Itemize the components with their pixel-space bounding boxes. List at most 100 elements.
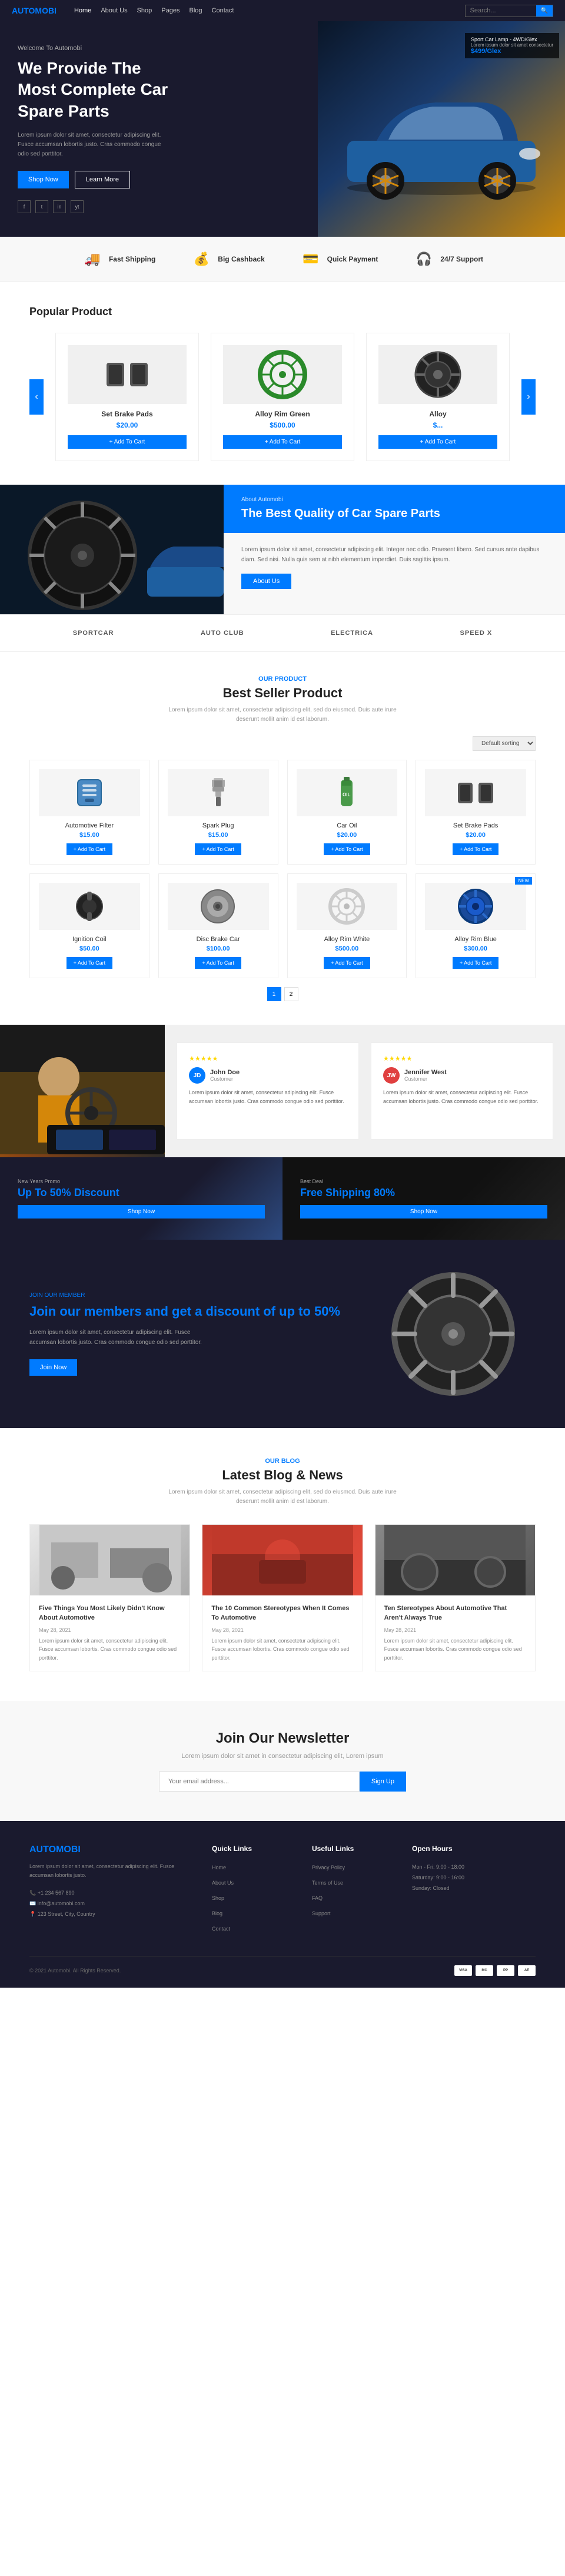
footer-about-text: Lorem ipsum dolor sit amet, consectetur … [29,1862,194,1880]
subscribe-button[interactable]: Sign Up [360,1772,406,1792]
footer-link-contact[interactable]: Contact [212,1926,230,1932]
hero-description: Lorem ipsum dolor sit amet, consectetur … [18,131,171,159]
hero-section: Welcome To Automobi We Provide The Most … [0,21,565,237]
add-cart-brakepads[interactable]: + Add To Cart [453,843,499,855]
footer-hours: Open Hours Mon - Fri: 9:00 - 18:00 Satur… [412,1845,536,1938]
blog-meta-2: May 28, 2021 [211,1627,353,1633]
about-body: Lorem ipsum dolor sit amet, consectetur … [224,533,565,601]
about-btn[interactable]: About Us [241,574,291,589]
product-card-rim-blue: NEW Alloy Rim Blue $300.00 + Add To Cart [416,873,536,978]
carousel-next[interactable]: › [521,379,536,415]
product-name-1: Set Brake Pads [68,410,187,418]
popular-product-3: Alloy $... + Add To Cart [366,333,510,461]
add-cart-coil[interactable]: + Add To Cart [67,957,113,969]
carousel-prev[interactable]: ‹ [29,379,44,415]
product-price-sparkplug: $15.00 [168,832,269,839]
product-price-coil: $50.00 [39,945,140,952]
facebook-icon[interactable]: f [18,200,31,213]
alloy-dark-svg [411,348,464,401]
sort-select[interactable]: Default sorting [473,736,536,751]
search-button[interactable]: 🔍 [536,5,553,16]
product-name-brakepads: Set Brake Pads [425,822,526,829]
add-to-cart-3[interactable]: + Add To Cart [378,435,497,449]
blog-image-2 [202,1525,362,1595]
nav-contact[interactable]: Contact [212,7,234,14]
footer-link-shop[interactable]: Shop [212,1895,224,1901]
logo[interactable]: AUTOMOBI [12,6,56,15]
filter-image [39,769,140,816]
testimonials-section: ★★★★★ JD John Doe Customer Lorem ipsum d… [0,1025,565,1157]
promo-btn-2[interactable]: Shop Now [300,1205,547,1219]
add-cart-rim-white[interactable]: + Add To Cart [324,957,370,969]
twitter-icon[interactable]: t [35,200,48,213]
newsletter-form: Sign Up [159,1772,406,1792]
nav-shop[interactable]: Shop [137,7,152,14]
add-to-cart-2[interactable]: + Add To Cart [223,435,342,449]
nav-pages[interactable]: Pages [161,7,180,14]
add-cart-oil[interactable]: + Add To Cart [324,843,370,855]
badge-name: Sport Car Lamp - 4WD/Glex [471,37,553,42]
reviewer-info-2: Jennifer West Customer [404,1069,447,1082]
page-2[interactable]: 2 [284,987,298,1001]
product-name-3: Alloy [378,410,497,418]
footer-quick-title: Quick Links [212,1845,294,1853]
blog-title-2: The 10 Common Stereotypes When It Comes … [211,1604,353,1623]
reviewer-2: JW Jennifer West Customer [383,1067,541,1084]
add-cart-rim-blue[interactable]: + Add To Cart [453,957,499,969]
sparkplug-image [168,769,269,816]
add-cart-sparkplug[interactable]: + Add To Cart [195,843,241,855]
footer-address: 📍 123 Street, City, Country [29,1909,194,1919]
footer-link-blog[interactable]: Blog [212,1911,222,1916]
reviewer-1: JD John Doe Customer [189,1067,347,1084]
product-name-filter: Automotive Filter [39,822,140,829]
footer-phone: 📞 +1 234 567 890 [29,1888,194,1898]
blog-title-3: Ten Stereotypes About Automotive That Ar… [384,1604,526,1623]
product-name-disc: Disc Brake Car [168,936,269,943]
support-icon [413,249,434,270]
promo-banner-2: Best Deal Free Shipping 80% Shop Now [282,1157,565,1240]
best-seller-desc: Lorem ipsum dolor sit amet, consectetur … [165,706,400,724]
truck-icon [82,249,103,270]
add-cart-disc[interactable]: + Add To Cart [195,957,241,969]
nav-about[interactable]: About Us [101,7,127,14]
page-1[interactable]: 1 [267,987,281,1001]
payment-label: Quick Payment [327,255,378,263]
join-now-button[interactable]: Join Now [29,1359,77,1376]
product-price-1: $20.00 [68,421,187,429]
reviewer-info-1: John Doe Customer [210,1069,240,1082]
logo-text: AUTO [12,6,35,15]
product-name-rim-white: Alloy Rim White [297,936,398,943]
product-price-rim-white: $500.00 [297,945,398,952]
avatar-2: JW [383,1067,400,1084]
mc-icon: MC [476,1965,493,1976]
promo-banner-1: New Years Promo Up To 50% Discount Shop … [0,1157,282,1240]
youtube-icon[interactable]: yt [71,200,84,213]
popular-product-2: Alloy Rim Green $500.00 + Add To Cart [211,333,354,461]
membership-section: Join Our Member Join our members and get… [0,1240,565,1428]
footer-link-about[interactable]: About Us [212,1880,234,1886]
add-cart-filter[interactable]: + Add To Cart [67,843,113,855]
shop-now-button[interactable]: Shop Now [18,171,69,188]
nav-home[interactable]: Home [74,7,91,14]
membership-content: Join Our Member Join our members and get… [29,1292,347,1376]
reviewer-title-2: Customer [404,1076,447,1082]
promo-btn-1[interactable]: Shop Now [18,1205,265,1219]
newsletter-input[interactable] [159,1772,360,1792]
product-name-2: Alloy Rim Green [223,410,342,418]
footer-link-terms[interactable]: Terms of Use [312,1880,343,1886]
search-input[interactable] [466,5,536,16]
footer-link-support[interactable]: Support [312,1911,331,1916]
nav-blog[interactable]: Blog [189,7,202,14]
footer-link-faq[interactable]: FAQ [312,1895,323,1901]
add-to-cart-1[interactable]: + Add To Cart [68,435,187,449]
brands-section: SPORTCAR AUTO CLUB ELECTRICA SPEED X [0,614,565,652]
footer-link-home[interactable]: Home [212,1865,226,1870]
learn-more-button[interactable]: Learn More [75,171,130,188]
instagram-icon[interactable]: in [53,200,66,213]
blog-section: Our Blog Latest Blog & News Lorem ipsum … [0,1428,565,1701]
footer-grid: AUTOMOBI Lorem ipsum dolor sit amet, con… [29,1845,536,1938]
hero-image: Sport Car Lamp - 4WD/Glex Lorem ipsum do… [318,21,565,237]
popular-products-section: Popular Product ‹ Set Brake Pads $20.00 … [0,282,565,485]
footer-link-privacy[interactable]: Privacy Policy [312,1865,345,1870]
blog-grid: Five Things You Most Likely Didn't Know … [29,1524,536,1671]
